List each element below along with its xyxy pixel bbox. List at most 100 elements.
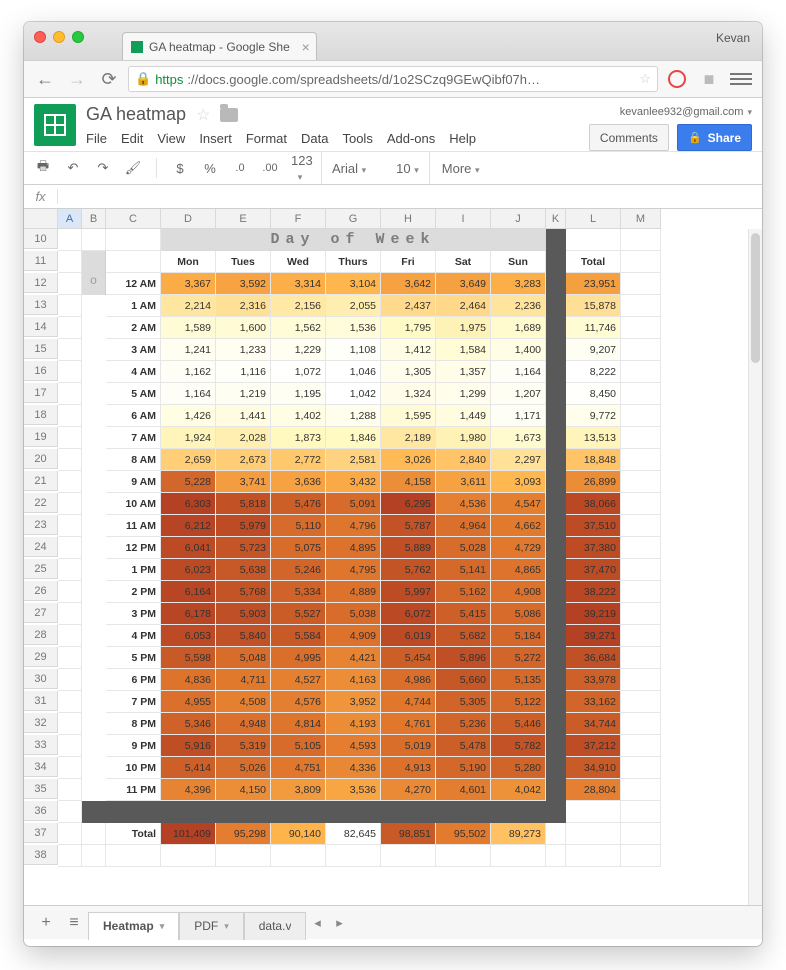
row-header-31[interactable]: 31 <box>24 691 58 711</box>
row-header-35[interactable]: 35 <box>24 779 58 799</box>
cell[interactable] <box>621 427 661 449</box>
heat-cell[interactable]: 5,527 <box>271 603 326 625</box>
cell[interactable] <box>58 383 82 405</box>
heat-cell[interactable]: 1,305 <box>381 361 436 383</box>
cell[interactable] <box>621 779 661 801</box>
col-header-I[interactable]: I <box>436 209 491 229</box>
back-button[interactable]: ← <box>32 66 58 92</box>
cell[interactable] <box>621 449 661 471</box>
heat-cell[interactable]: 1,042 <box>326 383 381 405</box>
heat-cell[interactable]: 2,236 <box>491 295 546 317</box>
cell[interactable] <box>621 493 661 515</box>
cell[interactable] <box>621 405 661 427</box>
menu-tools[interactable]: Tools <box>342 131 372 146</box>
heat-cell[interactable]: 4,913 <box>381 757 436 779</box>
col-total[interactable]: 89,273 <box>491 823 546 845</box>
sheet-tab-data[interactable]: data.v <box>244 912 307 940</box>
heat-cell[interactable]: 5,638 <box>216 559 271 581</box>
row-total[interactable]: 34,744 <box>566 713 621 735</box>
heat-cell[interactable]: 1,171 <box>491 405 546 427</box>
col-total[interactable]: 101,409 <box>161 823 216 845</box>
col-header-D[interactable]: D <box>161 209 216 229</box>
reload-button[interactable]: ⟳ <box>96 66 122 92</box>
row-total[interactable]: 11,746 <box>566 317 621 339</box>
menu-help[interactable]: Help <box>449 131 476 146</box>
col-total[interactable]: 82,645 <box>326 823 381 845</box>
heat-cell[interactable]: 4,986 <box>381 669 436 691</box>
heat-cell[interactable]: 4,955 <box>161 691 216 713</box>
heat-cell[interactable]: 4,421 <box>326 647 381 669</box>
heat-cell[interactable]: 4,761 <box>381 713 436 735</box>
heat-cell[interactable]: 3,809 <box>271 779 326 801</box>
col-total[interactable]: 95,502 <box>436 823 491 845</box>
cell[interactable] <box>58 515 82 537</box>
heat-cell[interactable]: 5,184 <box>491 625 546 647</box>
share-button[interactable]: 🔒Share <box>677 124 752 151</box>
col-header-A[interactable]: A <box>58 209 82 229</box>
cell[interactable] <box>58 823 82 845</box>
cell[interactable] <box>621 471 661 493</box>
row-header-36[interactable]: 36 <box>24 801 58 821</box>
cell[interactable] <box>621 669 661 691</box>
cell[interactable] <box>58 779 82 801</box>
menu-data[interactable]: Data <box>301 131 328 146</box>
chrome-menu-icon[interactable] <box>728 66 754 92</box>
cell[interactable] <box>58 471 82 493</box>
row-total[interactable]: 37,510 <box>566 515 621 537</box>
paint-format-icon[interactable]: 🖌 <box>124 160 142 176</box>
heat-cell[interactable]: 1,689 <box>491 317 546 339</box>
forward-button[interactable]: → <box>64 66 90 92</box>
heat-cell[interactable]: 4,895 <box>326 537 381 559</box>
col-header-K[interactable]: K <box>546 209 566 229</box>
heat-cell[interactable]: 3,367 <box>161 273 216 295</box>
heat-cell[interactable]: 5,787 <box>381 515 436 537</box>
star-icon[interactable]: ☆ <box>196 105 210 125</box>
sheets-logo-icon[interactable] <box>34 104 76 146</box>
row-header-19[interactable]: 19 <box>24 427 58 447</box>
heat-cell[interactable]: 1,673 <box>491 427 546 449</box>
heat-cell[interactable]: 1,873 <box>271 427 326 449</box>
row-total[interactable]: 36,684 <box>566 647 621 669</box>
row-total[interactable]: 39,271 <box>566 625 621 647</box>
heat-cell[interactable]: 4,889 <box>326 581 381 603</box>
cell[interactable] <box>621 581 661 603</box>
heat-cell[interactable]: 1,795 <box>381 317 436 339</box>
heat-cell[interactable]: 5,478 <box>436 735 491 757</box>
window-controls[interactable] <box>34 31 84 43</box>
heat-cell[interactable]: 5,162 <box>436 581 491 603</box>
heat-cell[interactable]: 1,400 <box>491 339 546 361</box>
cell[interactable] <box>621 317 661 339</box>
heat-cell[interactable]: 5,454 <box>381 647 436 669</box>
heat-cell[interactable]: 3,283 <box>491 273 546 295</box>
cell[interactable] <box>326 845 381 867</box>
tab-nav-left[interactable]: ◂ <box>306 915 328 931</box>
heat-cell[interactable]: 4,729 <box>491 537 546 559</box>
heat-cell[interactable]: 5,584 <box>271 625 326 647</box>
heat-cell[interactable]: 5,818 <box>216 493 271 515</box>
row-total[interactable]: 34,910 <box>566 757 621 779</box>
row-header-11[interactable]: 11 <box>24 251 58 271</box>
row-total[interactable]: 23,951 <box>566 273 621 295</box>
cell[interactable] <box>621 295 661 317</box>
cell[interactable] <box>161 845 216 867</box>
scrollbar-thumb[interactable] <box>751 233 760 363</box>
heat-cell[interactable]: 2,772 <box>271 449 326 471</box>
cell[interactable] <box>58 295 82 317</box>
heat-cell[interactable]: 5,414 <box>161 757 216 779</box>
heat-cell[interactable]: 2,189 <box>381 427 436 449</box>
row-header-34[interactable]: 34 <box>24 757 58 777</box>
heat-cell[interactable]: 2,214 <box>161 295 216 317</box>
heat-cell[interactable]: 4,527 <box>271 669 326 691</box>
cell[interactable] <box>58 603 82 625</box>
row-header-20[interactable]: 20 <box>24 449 58 469</box>
cell[interactable] <box>58 559 82 581</box>
heat-cell[interactable]: 3,314 <box>271 273 326 295</box>
col-header-B[interactable]: B <box>82 209 106 229</box>
heat-cell[interactable]: 5,141 <box>436 559 491 581</box>
heat-cell[interactable]: 5,598 <box>161 647 216 669</box>
heat-cell[interactable]: 1,108 <box>326 339 381 361</box>
add-sheet-button[interactable]: + <box>32 911 60 935</box>
row-header-17[interactable]: 17 <box>24 383 58 403</box>
heat-cell[interactable]: 1,412 <box>381 339 436 361</box>
heat-cell[interactable]: 5,896 <box>436 647 491 669</box>
